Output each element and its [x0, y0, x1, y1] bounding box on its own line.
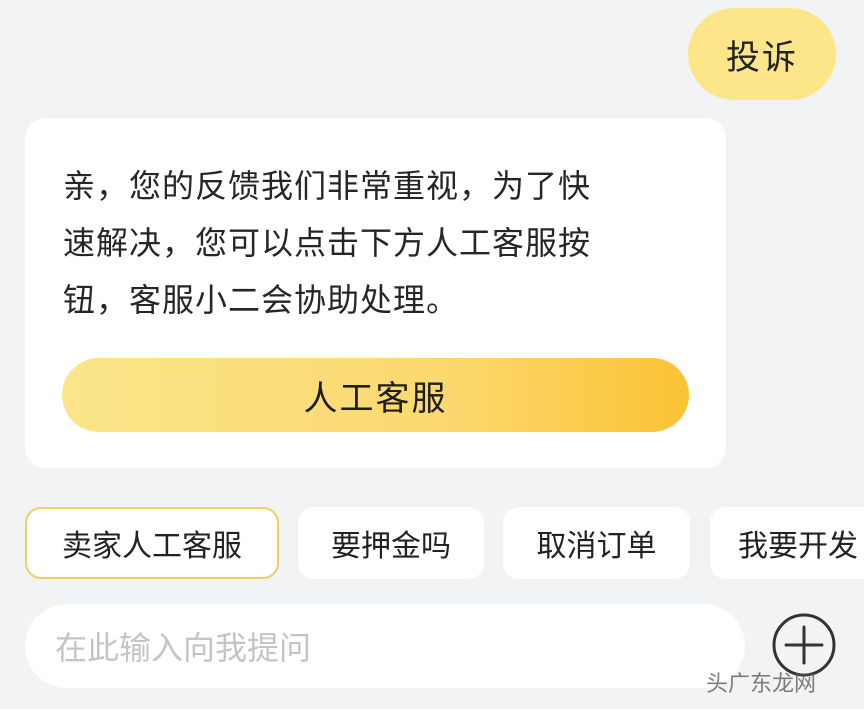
quick-reply-chip-label: 我要开发 [738, 529, 858, 564]
bot-reply-card: 亲，您的反馈我们非常重视，为了快 速解决，您可以点击下方人工客服按 钮，客服小二… [25, 118, 726, 468]
bot-reply-line: 亲，您的反馈我们非常重视，为了快 [63, 167, 592, 205]
human-service-button[interactable]: 人工客服 [62, 358, 689, 432]
question-input[interactable]: 在此输入向我提问 [25, 604, 745, 688]
quick-reply-chip-cancel-order[interactable]: 取消订单 [503, 507, 690, 579]
user-message-bubble: 投诉 [688, 8, 836, 100]
human-service-button-label: 人工客服 [303, 378, 448, 419]
quick-reply-row: 卖家人工客服 要押金吗 取消订单 我要开发 [0, 507, 864, 581]
quick-reply-chip-label: 要押金吗 [331, 529, 451, 564]
watermark: 头广东龙网 [706, 672, 817, 697]
quick-reply-chip-label: 取消订单 [536, 529, 657, 564]
bot-reply-line: 速解决，您可以点击下方人工客服按 [63, 224, 592, 262]
quick-reply-chip-invoice[interactable]: 我要开发 [710, 507, 864, 579]
question-input-placeholder: 在此输入向我提问 [55, 629, 312, 667]
user-message-text: 投诉 [726, 37, 798, 78]
quick-reply-chip-deposit[interactable]: 要押金吗 [298, 507, 484, 579]
quick-reply-chip-seller-service[interactable]: 卖家人工客服 [25, 507, 279, 579]
bot-reply-text: 亲，您的反馈我们非常重视，为了快 速解决，您可以点击下方人工客服按 钮，客服小二… [63, 158, 703, 329]
bot-reply-line: 钮，客服小二会协助处理。 [63, 281, 460, 319]
quick-reply-chip-label: 卖家人工客服 [62, 529, 242, 564]
